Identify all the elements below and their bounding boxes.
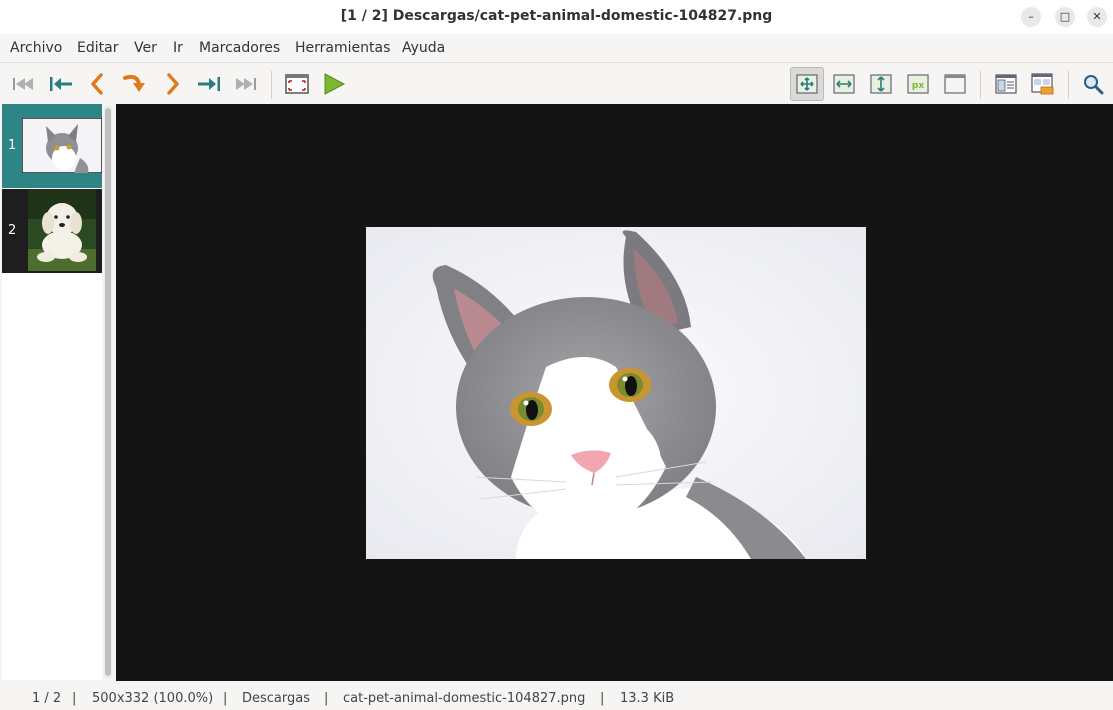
- fullscreen-blank-button[interactable]: [940, 68, 970, 100]
- menu-editar[interactable]: Editar: [77, 40, 118, 56]
- search-button[interactable]: [1078, 68, 1108, 100]
- minimize-button[interactable]: –: [1021, 7, 1041, 27]
- image-viewer[interactable]: [116, 104, 1113, 681]
- thumbnail-item[interactable]: 1: [2, 104, 102, 188]
- status-dimensions: 500x332 (100.0%): [92, 691, 214, 706]
- cat-thumbnail: [22, 118, 102, 173]
- next-button[interactable]: [158, 68, 188, 100]
- slideshow-button[interactable]: [319, 68, 349, 100]
- toolbar: px: [0, 62, 1113, 105]
- thumbnail-item[interactable]: 2: [2, 189, 102, 273]
- svg-text:px: px: [912, 81, 924, 91]
- fit-height-button[interactable]: [866, 68, 896, 100]
- status-separator: |: [600, 691, 605, 706]
- fullscreen-button[interactable]: [282, 68, 312, 100]
- fit-window-icon: [796, 74, 818, 94]
- previous-icon: [91, 73, 103, 95]
- browser-button[interactable]: [1028, 68, 1058, 100]
- thumbnails-toggle-icon: [995, 74, 1017, 94]
- dog-thumbnail: [28, 189, 96, 271]
- menu-archivo[interactable]: Archivo: [10, 40, 62, 56]
- menu-ir[interactable]: Ir: [173, 40, 183, 56]
- slideshow-play-icon: [324, 73, 346, 95]
- toolbar-separator: [1068, 71, 1069, 99]
- fit-width-icon: [833, 74, 855, 94]
- fullscreen-blank-icon: [944, 74, 966, 94]
- fullscreen-icon: [285, 74, 309, 94]
- last-image-icon: [236, 78, 256, 90]
- status-separator: |: [72, 691, 77, 706]
- previous-button[interactable]: [82, 68, 112, 100]
- next-icon: [167, 73, 179, 95]
- status-position: 1 / 2: [32, 691, 62, 706]
- menu-ver[interactable]: Ver: [134, 40, 157, 56]
- back-10-button[interactable]: [46, 68, 76, 100]
- status-separator: |: [223, 691, 228, 706]
- status-bar: 1 / 2 | 500x332 (100.0%) | Descargas | c…: [0, 684, 1113, 710]
- cat-image: [366, 227, 866, 559]
- fit-width-button[interactable]: [829, 68, 859, 100]
- back-10-icon: [50, 77, 72, 91]
- forward-10-button[interactable]: [194, 68, 224, 100]
- toolbar-separator: [271, 71, 272, 99]
- status-separator: |: [324, 691, 329, 706]
- menu-marcadores[interactable]: Marcadores: [199, 40, 280, 56]
- first-image-icon: [13, 78, 33, 90]
- window-title: [1 / 2] Descargas/cat-pet-animal-domesti…: [340, 8, 773, 24]
- menu-herramientas[interactable]: Herramientas: [295, 40, 390, 56]
- forward-10-icon: [198, 77, 220, 91]
- last-image-button[interactable]: [231, 68, 261, 100]
- status-file-size: 13.3 KiB: [620, 691, 675, 706]
- fit-height-icon: [870, 74, 892, 94]
- thumbnails-toggle-button[interactable]: [991, 68, 1021, 100]
- status-folder: Descargas: [242, 691, 311, 706]
- sidebar-scrollbar-thumb[interactable]: [105, 108, 111, 676]
- status-filename: cat-pet-animal-domestic-104827.png: [343, 691, 586, 706]
- menu-ayuda[interactable]: Ayuda: [402, 40, 445, 56]
- title-bar: [1 / 2] Descargas/cat-pet-animal-domesti…: [0, 0, 1113, 34]
- original-size-button[interactable]: px: [903, 68, 933, 100]
- toolbar-separator: [980, 71, 981, 99]
- thumbnail-number: 2: [8, 223, 17, 238]
- first-image-button[interactable]: [8, 68, 38, 100]
- thumbnail-number: 1: [8, 138, 17, 153]
- close-button[interactable]: ✕: [1087, 7, 1107, 27]
- rotate-icon: [123, 74, 145, 92]
- maximize-button[interactable]: □: [1055, 7, 1075, 27]
- fit-window-button[interactable]: [790, 67, 824, 101]
- search-icon: [1084, 75, 1104, 95]
- original-size-icon: px: [907, 74, 929, 94]
- browser-icon: [1031, 73, 1054, 95]
- menu-bar: Archivo Editar Ver Ir Marcadores Herrami…: [0, 36, 1113, 61]
- rotate-button[interactable]: [119, 68, 149, 100]
- thumbnail-sidebar: 1 2: [2, 104, 102, 680]
